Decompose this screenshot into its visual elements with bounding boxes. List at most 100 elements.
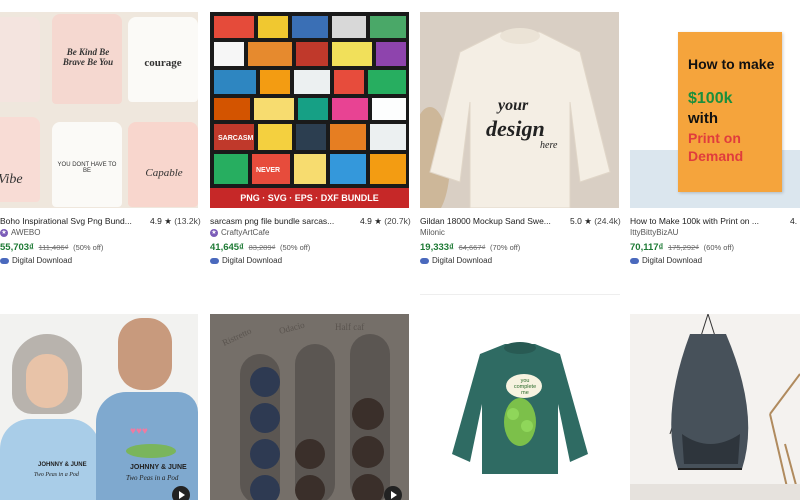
image-text: Be Kind Be Brave Be You (62, 47, 114, 67)
sale-price: 41,645₫ (210, 242, 244, 253)
pea-pod (126, 444, 176, 458)
image-text: your (498, 97, 529, 114)
image-text: YOU DONT HAVE TO BE (57, 162, 117, 174)
download-text: Digital Download (12, 256, 73, 265)
listing-card-5[interactable]: JOHNNY & JUNE Two Peas in a Pod ♥♥♥ JOHN… (0, 314, 198, 500)
review-count: (24.4k) (594, 216, 621, 226)
image-text: Two Peas in a Pod (126, 474, 179, 482)
listing-image[interactable]: How to make $100k with Print on Demand (630, 12, 800, 208)
image-text: me (521, 390, 529, 396)
listing-image[interactable]: Ristretto Odacio Half caf (210, 314, 409, 500)
download-text: Digital Download (432, 256, 493, 265)
cloud-download-icon (0, 257, 9, 264)
image-text: SARCASM (218, 135, 254, 142)
image-text: here (540, 140, 558, 151)
speech-bubble-text: you complete me (512, 378, 538, 396)
star-icon: ★ (374, 216, 382, 226)
bundle-banner: PNG · SVG · EPS · DXF BUNDLE (210, 188, 409, 208)
cover-demand: Demand (688, 148, 744, 164)
listing-card-8[interactable] (630, 314, 800, 500)
cloud-download-icon (630, 257, 639, 264)
digital-download-label: Digital Download (630, 256, 702, 265)
listing-image[interactable]: you complete me (420, 314, 620, 500)
price-line: 70,117₫ 175,292₫ (60% off) (630, 242, 734, 253)
review-count: (20.7k) (384, 216, 411, 226)
image-text: Two Peas in a Pod (34, 472, 79, 478)
original-price: 83,289₫ (248, 243, 276, 252)
discount-label: (70% off) (490, 243, 521, 252)
play-icon[interactable] (172, 486, 190, 500)
hearts-decor: ♥♥♥ (130, 426, 148, 437)
pod-holder-graphic: Ristretto Odacio Half caf (210, 314, 409, 500)
person-face (118, 318, 172, 390)
listing-card-4[interactable]: How to make $100k with Print on Demand H… (630, 12, 800, 272)
cover-title-line1: How to make (688, 56, 775, 72)
sale-price: 19,333₫ (420, 242, 454, 253)
shop-label: CraftyArtCafe (221, 228, 270, 237)
shirt-light-blue (0, 419, 100, 500)
sarcasm-collage: SARCASM NEVER (210, 12, 409, 188)
cover-with: with (688, 110, 718, 127)
rating-value: 5.0 (570, 216, 582, 226)
image-text: JOHNNY & JUNE (130, 464, 187, 471)
listing-image[interactable]: Be Kind Be Brave Be You courage Vibe YOU… (0, 12, 198, 208)
person-face (26, 354, 68, 408)
original-price: 175,292₫ (668, 243, 700, 252)
listing-card-1[interactable]: Be Kind Be Brave Be You courage Vibe YOU… (0, 12, 201, 272)
listing-card-7[interactable]: you complete me (420, 314, 620, 500)
hanging-chair-graphic (630, 314, 800, 500)
shop-name[interactable]: IttyBittyBizAU (630, 228, 678, 237)
listing-rating: 4.9 ★ (20.7k) (360, 216, 411, 227)
shop-name[interactable]: ★ AWEBO (0, 228, 40, 237)
listing-rating: 4.9 ★ (13.2k) (150, 216, 201, 227)
listing-card-6[interactable]: Ristretto Odacio Half caf (210, 314, 409, 500)
rating-value: 4. (790, 216, 798, 226)
cover-print-on: Print on (688, 130, 741, 146)
shop-name[interactable]: Milonic (420, 228, 445, 237)
discount-label: (50% off) (73, 243, 104, 252)
shop-name[interactable]: ★ CraftyArtCafe (210, 228, 269, 237)
price-line: 55,703₫ 111,406₫ (50% off) (0, 242, 103, 253)
listing-rating: 5.0 ★ (24.4k) (570, 216, 621, 227)
listing-image[interactable] (630, 314, 800, 500)
rating-value: 4.9 (150, 216, 162, 226)
play-icon[interactable] (384, 486, 402, 500)
discount-label: (60% off) (703, 243, 734, 252)
digital-download-label: Digital Download (210, 256, 282, 265)
listing-card-2[interactable]: SARCASM NEVER PNG · SVG · EPS · DXF BUND… (210, 12, 411, 272)
cloud-download-icon (420, 257, 429, 264)
rating-value: 4.9 (360, 216, 372, 226)
download-text: Digital Download (642, 256, 703, 265)
teal-sweatshirt (452, 342, 588, 474)
sale-price: 55,703₫ (0, 242, 34, 253)
image-text: Vibe (0, 172, 23, 187)
sale-price: 70,117₫ (630, 242, 664, 253)
listing-rating: 4. (790, 216, 797, 226)
image-text: Capable (145, 167, 183, 179)
ebook-cover: How to make $100k with Print on Demand (678, 32, 782, 192)
listing-image[interactable]: your design here (420, 12, 619, 208)
listing-title[interactable]: How to Make 100k with Print on ... (630, 216, 770, 226)
listing-image[interactable]: JOHNNY & JUNE Two Peas in a Pod ♥♥♥ JOHN… (0, 314, 198, 500)
listing-title[interactable]: Gildan 18000 Mockup Sand Swe... (420, 216, 560, 226)
listing-title[interactable]: Boho Inspirational Svg Png Bund... (0, 216, 140, 226)
original-price: 111,406₫ (38, 243, 69, 252)
star-icon: ★ (164, 216, 172, 226)
shop-badge-icon: ★ (210, 228, 218, 237)
shop-badge-icon: ★ (0, 228, 8, 237)
listing-title[interactable]: sarcasm png file bundle sarcas... (210, 216, 350, 226)
listing-image[interactable]: SARCASM NEVER PNG · SVG · EPS · DXF BUND… (210, 12, 409, 208)
original-price: 64,667₫ (458, 243, 486, 252)
review-count: (13.2k) (174, 216, 201, 226)
image-text: courage (144, 57, 182, 69)
star-icon: ★ (584, 216, 592, 226)
digital-download-label: Digital Download (0, 256, 72, 265)
shop-label: Milonic (420, 228, 445, 237)
digital-download-label: Digital Download (420, 256, 492, 265)
listing-card-3[interactable]: your design here Gildan 18000 Mockup San… (420, 12, 621, 295)
price-line: 41,645₫ 83,289₫ (50% off) (210, 242, 310, 253)
cloud-download-icon (210, 257, 219, 264)
image-text: NEVER (256, 167, 280, 174)
download-text: Digital Download (222, 256, 283, 265)
image-text: design (486, 116, 545, 141)
